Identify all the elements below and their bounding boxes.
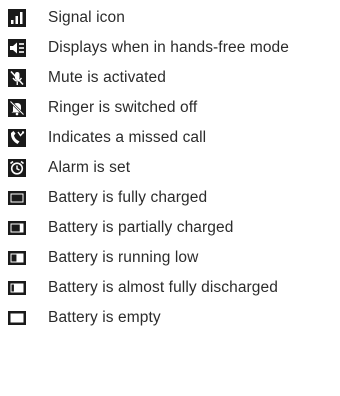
- legend-item-hands-free: Displays when in hands-free mode: [0, 34, 340, 64]
- legend-item-battery-empty: Battery is empty: [0, 304, 340, 334]
- ringer-off-icon: [8, 99, 26, 117]
- legend-label: Battery is fully charged: [48, 189, 208, 206]
- legend-label: Battery is almost fully discharged: [48, 279, 278, 296]
- legend-item-battery-almost-empty: Battery is almost fully discharged: [0, 274, 340, 304]
- icon-legend-list: Signal icon Displays when in hands-free …: [0, 0, 340, 396]
- legend-item-battery-partial: Battery is partially charged: [0, 214, 340, 244]
- legend-item-mute: Mute is activated: [0, 64, 340, 94]
- battery-almost-empty-icon: [8, 279, 26, 297]
- battery-full-icon: [8, 189, 26, 207]
- battery-empty-icon: [8, 309, 26, 327]
- legend-item-alarm: Alarm is set: [0, 154, 340, 184]
- legend-item-battery-full: Battery is fully charged: [0, 184, 340, 214]
- legend-label: Mute is activated: [48, 69, 167, 86]
- signal-icon: [8, 9, 26, 27]
- alarm-icon: [8, 159, 26, 177]
- hands-free-icon: [8, 39, 26, 57]
- legend-item-signal: Signal icon: [0, 4, 340, 34]
- legend-item-ringer-off: Ringer is switched off: [0, 94, 340, 124]
- legend-item-missed-call: Indicates a missed call: [0, 124, 340, 154]
- legend-label: Battery is empty: [48, 309, 161, 326]
- battery-low-icon: [8, 249, 26, 267]
- legend-label: Displays when in hands-free mode: [48, 39, 289, 56]
- legend-label: Signal icon: [48, 9, 125, 26]
- missed-call-icon: [8, 129, 26, 147]
- legend-item-battery-low: Battery is running low: [0, 244, 340, 274]
- battery-partial-icon: [8, 219, 26, 237]
- mute-icon: [8, 69, 26, 87]
- legend-label: Alarm is set: [48, 159, 131, 176]
- legend-label: Ringer is switched off: [48, 99, 198, 116]
- legend-label: Indicates a missed call: [48, 129, 207, 146]
- legend-label: Battery is running low: [48, 249, 199, 266]
- legend-label: Battery is partially charged: [48, 219, 234, 236]
